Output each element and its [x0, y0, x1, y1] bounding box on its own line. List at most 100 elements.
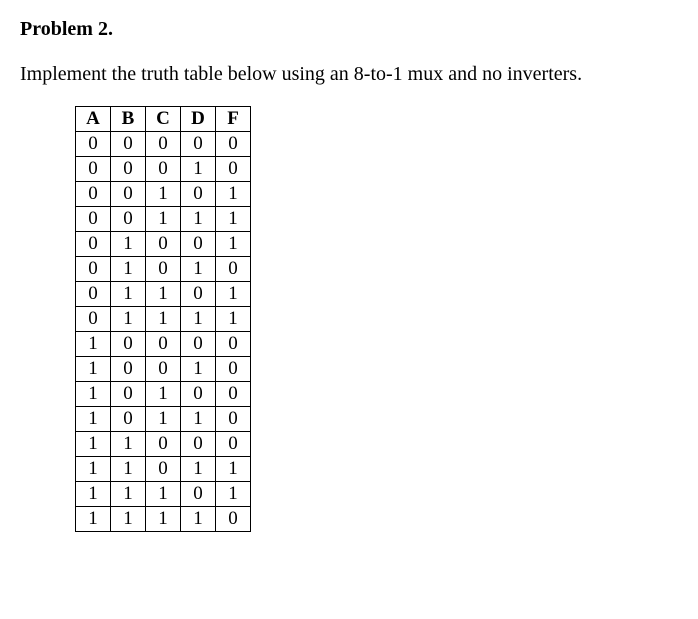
cell: 1: [146, 207, 181, 232]
cell: 1: [146, 482, 181, 507]
cell: 0: [216, 432, 251, 457]
cell: 1: [76, 332, 111, 357]
cell: 0: [181, 182, 216, 207]
table-row: 1 1 1 0 1: [76, 482, 251, 507]
cell: 0: [216, 332, 251, 357]
cell: 0: [181, 382, 216, 407]
cell: 0: [216, 257, 251, 282]
cell: 1: [181, 307, 216, 332]
table-row: 1 0 0 0 0: [76, 332, 251, 357]
cell: 1: [111, 307, 146, 332]
cell: 1: [76, 407, 111, 432]
cell: 0: [146, 132, 181, 157]
cell: 1: [181, 207, 216, 232]
cell: 0: [76, 257, 111, 282]
cell: 1: [146, 282, 181, 307]
cell: 1: [216, 182, 251, 207]
cell: 0: [216, 507, 251, 532]
cell: 1: [111, 507, 146, 532]
cell: 1: [216, 232, 251, 257]
table-row: 1 0 1 0 0: [76, 382, 251, 407]
cell: 1: [146, 307, 181, 332]
cell: 1: [181, 157, 216, 182]
cell: 1: [181, 407, 216, 432]
table-row: 0 0 1 1 1: [76, 207, 251, 232]
cell: 0: [76, 132, 111, 157]
cell: 0: [146, 357, 181, 382]
cell: 1: [216, 307, 251, 332]
table-row: 1 0 1 1 0: [76, 407, 251, 432]
table-row: 0 0 0 1 0: [76, 157, 251, 182]
table-row: 0 1 0 0 1: [76, 232, 251, 257]
table-row: 0 0 1 0 1: [76, 182, 251, 207]
cell: 0: [111, 357, 146, 382]
table-row: 1 0 0 1 0: [76, 357, 251, 382]
cell: 0: [111, 207, 146, 232]
cell: 1: [76, 457, 111, 482]
cell: 0: [76, 307, 111, 332]
cell: 0: [111, 182, 146, 207]
cell: 1: [146, 382, 181, 407]
col-header-C: C: [146, 107, 181, 132]
cell: 0: [216, 132, 251, 157]
problem-title: Problem 2.: [20, 18, 678, 41]
col-header-D: D: [181, 107, 216, 132]
cell: 0: [216, 407, 251, 432]
table-row: 0 1 1 1 1: [76, 307, 251, 332]
cell: 1: [146, 182, 181, 207]
cell: 0: [146, 157, 181, 182]
cell: 0: [76, 182, 111, 207]
cell: 1: [181, 257, 216, 282]
cell: 0: [181, 132, 216, 157]
cell: 1: [146, 507, 181, 532]
cell: 0: [181, 332, 216, 357]
cell: 1: [76, 507, 111, 532]
cell: 0: [146, 257, 181, 282]
cell: 0: [216, 382, 251, 407]
cell: 0: [146, 457, 181, 482]
truth-table: A B C D F 0 0 0 0 0 0 0 0 1 0 0 0 1 0 1: [75, 106, 251, 532]
col-header-B: B: [111, 107, 146, 132]
cell: 1: [216, 482, 251, 507]
cell: 1: [76, 357, 111, 382]
col-header-A: A: [76, 107, 111, 132]
cell: 0: [76, 232, 111, 257]
cell: 0: [181, 232, 216, 257]
table-row: 1 1 1 1 0: [76, 507, 251, 532]
cell: 0: [76, 282, 111, 307]
cell: 1: [111, 257, 146, 282]
cell: 1: [76, 482, 111, 507]
cell: 1: [146, 407, 181, 432]
table-row: 0 1 1 0 1: [76, 282, 251, 307]
cell: 0: [111, 157, 146, 182]
table-header-row: A B C D F: [76, 107, 251, 132]
cell: 1: [76, 432, 111, 457]
cell: 0: [76, 207, 111, 232]
col-header-F: F: [216, 107, 251, 132]
cell: 0: [76, 157, 111, 182]
cell: 1: [111, 232, 146, 257]
cell: 0: [111, 407, 146, 432]
cell: 0: [111, 382, 146, 407]
cell: 0: [181, 432, 216, 457]
cell: 1: [111, 432, 146, 457]
cell: 1: [181, 457, 216, 482]
cell: 0: [146, 332, 181, 357]
table-row: 0 0 0 0 0: [76, 132, 251, 157]
cell: 0: [181, 282, 216, 307]
cell: 0: [216, 357, 251, 382]
cell: 1: [111, 282, 146, 307]
cell: 1: [76, 382, 111, 407]
cell: 1: [216, 457, 251, 482]
cell: 0: [146, 432, 181, 457]
cell: 1: [181, 357, 216, 382]
cell: 1: [216, 207, 251, 232]
table-row: 1 1 0 1 1: [76, 457, 251, 482]
cell: 0: [216, 157, 251, 182]
cell: 0: [146, 232, 181, 257]
cell: 0: [111, 132, 146, 157]
cell: 1: [181, 507, 216, 532]
cell: 1: [111, 482, 146, 507]
cell: 0: [111, 332, 146, 357]
table-body: 0 0 0 0 0 0 0 0 1 0 0 0 1 0 1 0 0 1 1 1: [76, 132, 251, 532]
